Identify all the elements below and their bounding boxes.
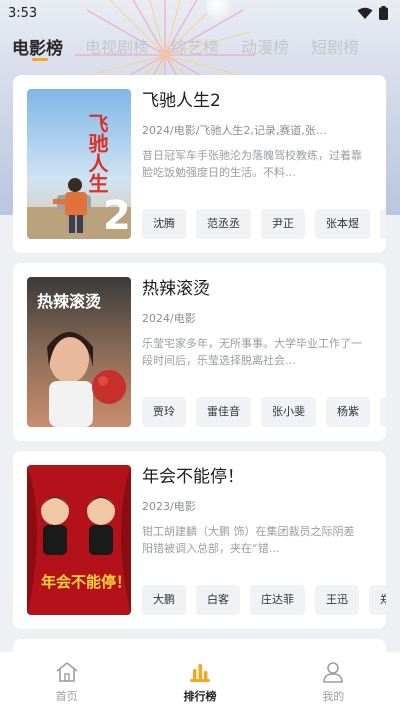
poster-image: 热辣滚烫 — [27, 277, 131, 427]
poster-image: 飞驰人生 2 — [27, 89, 131, 239]
nav-profile-label: 我的 — [322, 689, 345, 703]
tab-movies[interactable]: 电影榜 — [12, 34, 63, 61]
cast-chip[interactable]: 张本煜 — [315, 209, 370, 239]
profile-icon — [323, 661, 344, 683]
nav-home[interactable]: 首页 — [17, 660, 117, 704]
movie-meta: 2024/电影/飞驰人生2,记录,赛道,张… — [142, 124, 327, 137]
tab-anime[interactable]: 动漫榜 — [241, 34, 289, 58]
movie-card[interactable]: 飞驰人生 2 飞驰人生2 2024/电影/飞驰人生2,记录,赛道,张… 昔日冠军… — [13, 75, 386, 253]
tab-short-drama[interactable]: 短剧榜 — [311, 34, 359, 58]
poster-title: 飞驰人生 — [85, 113, 109, 193]
movie-card[interactable]: 年会不能停！ 年会不能停！ 2023/电影 钳工胡建麟（大鹏 饰）在集团裁员之际… — [13, 451, 386, 629]
cast-chip[interactable]: 白客 — [196, 585, 240, 615]
movie-description: 昔日冠军车手张驰沦为落魄驾校教练，过着靠脸吃饭勉强度日的生活。不料… — [142, 149, 362, 179]
poster-title: 年会不能停！ — [41, 573, 131, 591]
poster-number: 2 — [103, 193, 131, 239]
movie-description: 钳工胡建麟（大鹏 饰）在集团裁员之际阴差阳错被调入总部，夹在“错… — [142, 525, 355, 555]
cast-chip[interactable]: 李 — [380, 397, 386, 427]
cast-chip[interactable]: 庄达菲 — [250, 585, 305, 615]
cast-list: 沈腾 范丞丞 尹正 张本煜 孙 — [142, 209, 386, 239]
movie-meta: 2023/电影 — [142, 500, 196, 513]
cast-chip[interactable]: 杨紫 — [326, 397, 370, 427]
cast-chip[interactable]: 沈腾 — [142, 209, 186, 239]
poster-title: 热辣滚烫 — [37, 292, 102, 311]
movie-poster[interactable]: 热辣滚烫 — [27, 277, 131, 427]
cast-chip[interactable]: 王迅 — [315, 585, 359, 615]
cast-chip[interactable]: 范丞丞 — [196, 209, 251, 239]
tab-variety[interactable]: 综艺榜 — [171, 34, 219, 58]
category-tabs: 电影榜 电视剧榜 综艺榜 动漫榜 短剧榜 — [0, 34, 400, 68]
poster-image: 年会不能停！ — [27, 465, 131, 615]
movie-title[interactable]: 年会不能停！ — [142, 465, 382, 489]
nav-home-label: 首页 — [55, 689, 78, 703]
movie-description: 乐莹宅家多年，无所事事。大学毕业工作了一段时间后，乐莹选择脱离社会… — [142, 337, 362, 367]
movie-list: 飞驰人生 2 飞驰人生2 2024/电影/飞驰人生2,记录,赛道,张… 昔日冠军… — [13, 75, 386, 639]
cast-chip[interactable]: 张小斐 — [261, 397, 316, 427]
cast-list: 大鹏 白客 庄达菲 王迅 郑 — [142, 585, 386, 615]
battery-icon — [379, 6, 388, 20]
cast-chip[interactable]: 孙 — [380, 209, 386, 239]
nav-profile[interactable]: 我的 — [283, 660, 383, 704]
cast-chip[interactable]: 大鹏 — [142, 585, 186, 615]
movie-poster[interactable]: 飞驰人生 2 — [27, 89, 131, 239]
movie-title[interactable]: 热辣滚烫 — [142, 277, 382, 301]
wifi-icon — [357, 7, 373, 19]
movie-meta: 2024/电影 — [142, 312, 196, 325]
tab-tv[interactable]: 电视剧榜 — [85, 34, 149, 58]
ranking-icon — [189, 663, 210, 682]
cast-chip[interactable]: 郑 — [369, 585, 386, 615]
movie-title[interactable]: 飞驰人生2 — [142, 89, 382, 113]
movie-card[interactable]: 热辣滚烫 热辣滚烫 2024/电影 乐莹宅家多年，无所事事。大学毕业工作了一段时… — [13, 263, 386, 441]
nav-ranking-label: 排行榜 — [183, 689, 217, 703]
cast-chip[interactable]: 雷佳音 — [196, 397, 251, 427]
movie-poster[interactable]: 年会不能停！ — [27, 465, 131, 615]
cast-chip[interactable]: 贾玲 — [142, 397, 186, 427]
home-icon — [56, 661, 78, 682]
status-time: 3:53 — [8, 5, 38, 21]
nav-ranking[interactable]: 排行榜 — [150, 660, 250, 704]
status-bar: 3:53 — [0, 0, 400, 26]
bottom-navigation: 首页 排行榜 我的 — [0, 652, 400, 711]
cast-chip[interactable]: 尹正 — [261, 209, 305, 239]
cast-list: 贾玲 雷佳音 张小斐 杨紫 李 — [142, 397, 386, 427]
